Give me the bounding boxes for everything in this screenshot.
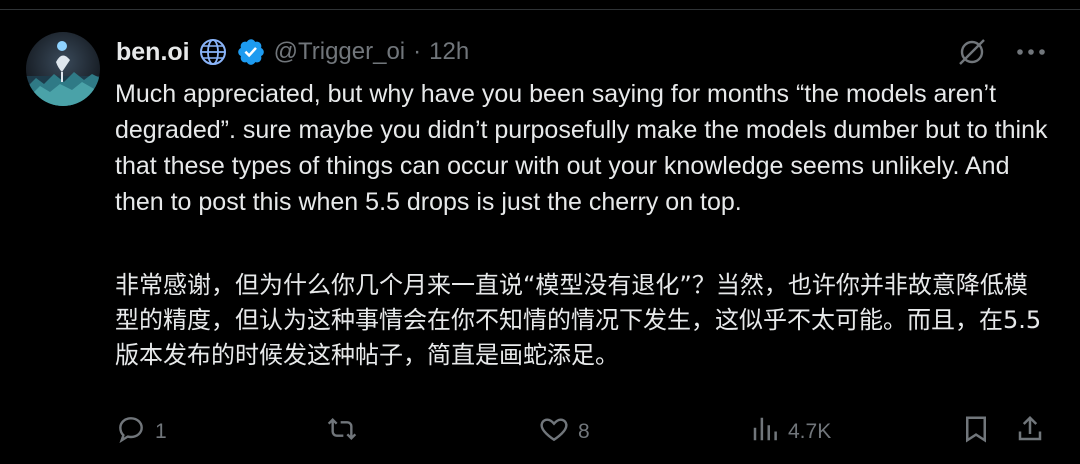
views-count: 4.7K bbox=[788, 420, 832, 443]
like-icon bbox=[538, 413, 570, 451]
like-button[interactable]: 8 bbox=[538, 414, 590, 450]
tweet-text: Much appreciated, but why have you been … bbox=[115, 80, 1048, 216]
separator-dot: · bbox=[413, 38, 422, 65]
grok-icon[interactable] bbox=[956, 36, 988, 68]
views-icon bbox=[750, 414, 780, 450]
author-display-name[interactable]: ben.oi bbox=[116, 38, 190, 67]
reply-button[interactable]: 1 bbox=[115, 414, 167, 450]
tweet-translation: 非常感谢，但为什么你几个月来一直说“模型没有退化”？当然，也许你并非故意降低模型… bbox=[115, 271, 1042, 369]
reply-count: 1 bbox=[155, 420, 167, 443]
views-button[interactable]: 4.7K bbox=[750, 414, 831, 450]
top-actions bbox=[956, 36, 1046, 68]
verified-badge-icon[interactable] bbox=[236, 37, 266, 67]
like-count: 8 bbox=[578, 420, 590, 443]
more-icon[interactable] bbox=[1016, 47, 1046, 57]
tweet-header: ben.oi @Trigger_oi · 12h bbox=[116, 34, 469, 70]
repost-button[interactable] bbox=[325, 414, 367, 450]
author-handle[interactable]: @Trigger_oi bbox=[274, 38, 406, 66]
share-button[interactable] bbox=[1015, 414, 1045, 450]
action-bar: 1 8 4.7K bbox=[115, 414, 1055, 450]
tweet-card[interactable]: ben.oi @Trigger_oi · 12h Much appreciate… bbox=[0, 0, 1080, 464]
repost-icon bbox=[325, 413, 359, 451]
timestamp[interactable]: 12h bbox=[429, 38, 469, 66]
bookmark-icon bbox=[961, 413, 991, 451]
bookmark-button[interactable] bbox=[961, 414, 991, 450]
reply-icon bbox=[115, 413, 147, 451]
share-icon bbox=[1015, 413, 1045, 451]
globe-icon bbox=[198, 37, 228, 67]
avatar[interactable] bbox=[26, 32, 100, 106]
